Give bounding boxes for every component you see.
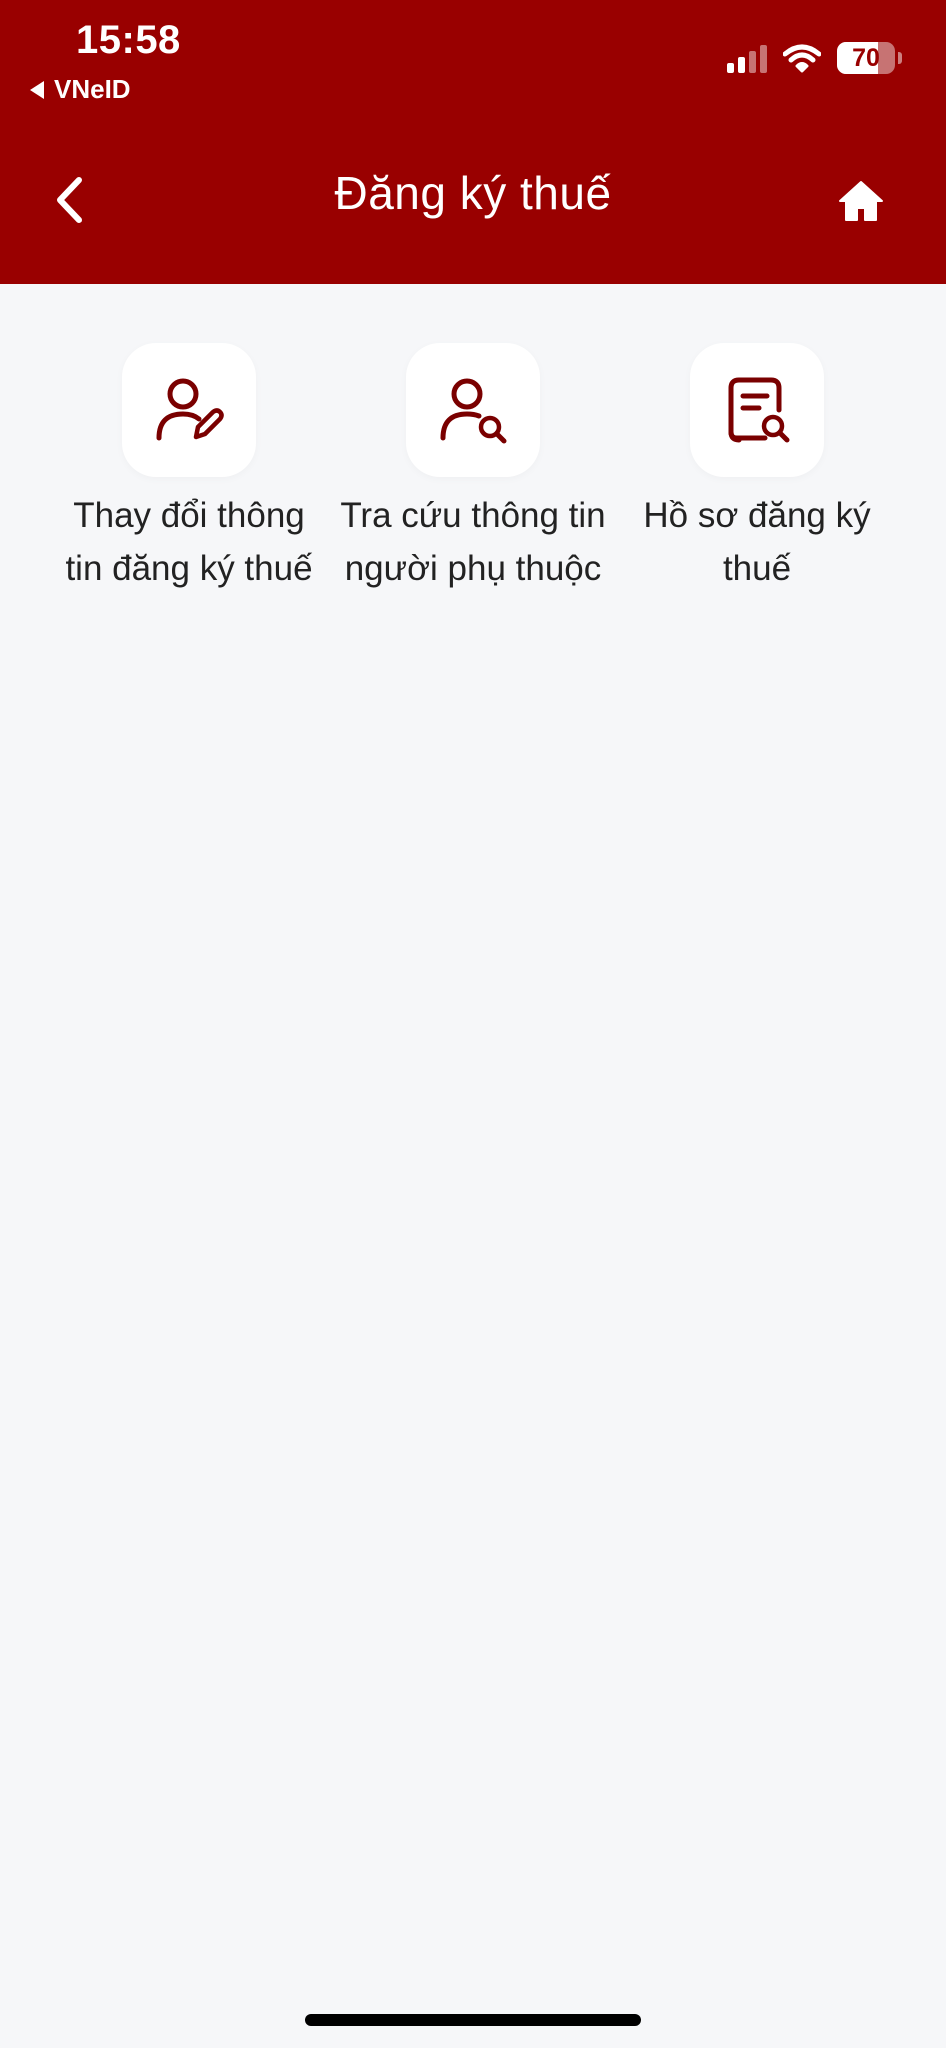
page-title: Đăng ký thuế (334, 167, 612, 219)
menu-item-label: Tra cứu thông tin người phụ thuộc (340, 496, 606, 588)
menu-item-label: Thay đổi thông tin đăng ký thuế (65, 496, 313, 588)
battery-icon: 70 (837, 42, 895, 74)
icon-tile[interactable] (406, 343, 540, 477)
user-edit-icon (156, 378, 224, 441)
menu-item-tax-registration-records[interactable]: Hồ sơ đăng ký thuế (615, 343, 899, 595)
battery-cap (898, 52, 902, 64)
signal-icon (727, 43, 767, 73)
wifi-icon (783, 44, 821, 73)
home-button[interactable] (834, 174, 888, 228)
menu-item-change-tax-info[interactable]: Thay đổi thông tin đăng ký thuế (47, 343, 331, 595)
icon-tile[interactable] (122, 343, 256, 477)
tax-registration-menu: Thay đổi thông tin đăng ký thuế Tra cứu … (47, 343, 899, 595)
status-time: 15:58 (76, 18, 181, 62)
user-search-icon (440, 378, 507, 444)
document-search-icon (728, 377, 790, 443)
return-to-app-button[interactable]: VNeID (30, 74, 131, 105)
app-header: 15:58 VNeID 70 Đăng ký thuế (0, 0, 946, 284)
menu-item-label: Hồ sơ đăng ký thuế (643, 496, 871, 588)
back-triangle-icon (30, 80, 44, 99)
status-indicators: 70 (727, 42, 902, 74)
home-icon (839, 181, 883, 221)
return-app-label: VNeID (54, 74, 131, 104)
home-indicator[interactable] (305, 2014, 641, 2026)
menu-item-search-dependents[interactable]: Tra cứu thông tin người phụ thuộc (331, 343, 615, 595)
battery-percent: 70 (852, 43, 880, 72)
icon-tile[interactable] (690, 343, 824, 477)
